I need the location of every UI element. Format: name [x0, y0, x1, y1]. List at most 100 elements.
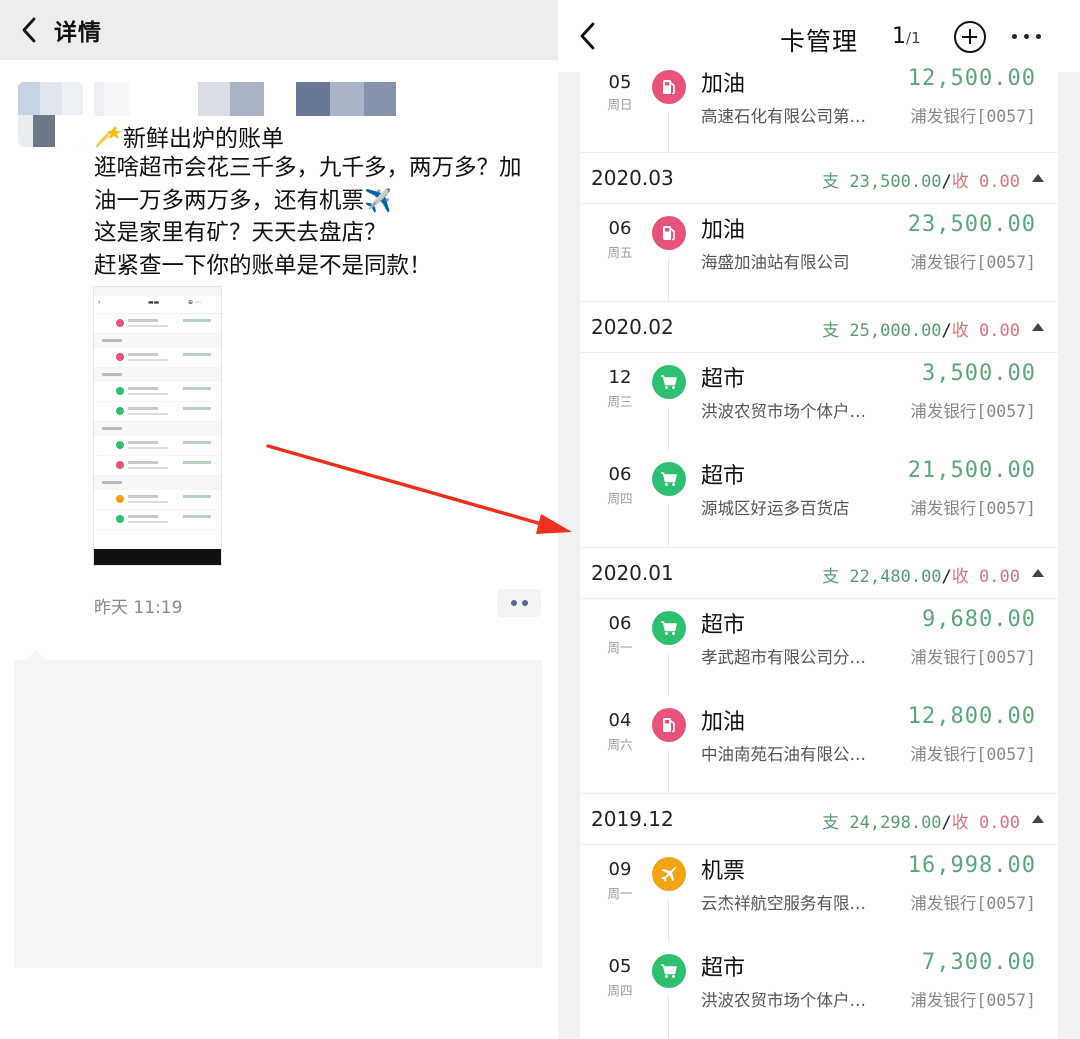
income-label: 收: [951, 172, 969, 192]
collapse-caret-icon[interactable]: [1032, 323, 1044, 331]
shooting-star-icon: [95, 126, 121, 148]
txn-bank: 浦发银行[0057]: [910, 991, 1036, 1010]
post-actions-button[interactable]: [497, 589, 541, 617]
txn-amount: 12,500.00: [907, 66, 1036, 91]
txn-weekday: 周三: [607, 394, 633, 409]
txn-bank: 浦发银行[0057]: [910, 648, 1036, 667]
txn-weekday: 周四: [607, 491, 633, 506]
collapse-caret-icon[interactable]: [1032, 815, 1044, 823]
timeline-line: [668, 750, 669, 793]
more-options-icon[interactable]: [1012, 34, 1041, 39]
summary-separator: /: [941, 567, 952, 587]
chevron-left-icon: [22, 17, 36, 43]
txn-amount: 12,800.00: [907, 704, 1036, 729]
post-image-thumbnail[interactable]: ‹ ▬▬ ⊕ ⋯: [93, 286, 222, 566]
post-line: 逛啥超市会花三千多，九千多，两万多？加: [94, 155, 522, 181]
income-total: 0.00: [979, 321, 1020, 341]
dot-icon: [521, 600, 528, 606]
timeline-line: [668, 653, 669, 696]
txn-day: 05: [608, 72, 632, 93]
transaction-row[interactable]: 04 周六 加油 12,800.00 中油南苑石油有限公… 浦发银行[0057]: [580, 696, 1058, 793]
collapse-caret-icon[interactable]: [1032, 569, 1044, 577]
txn-category: 机票: [701, 859, 746, 884]
transaction-row[interactable]: 05 周日 加油 12,500.00 高速石化有限公司第… 浦发银行[0057]: [580, 66, 1058, 152]
txn-bank: 浦发银行[0057]: [910, 107, 1036, 126]
txn-weekday: 周一: [607, 886, 633, 901]
timeline-line: [668, 112, 669, 152]
income-total: 0.00: [979, 172, 1020, 192]
month-summary: 支 23,500.00/收 0.00: [822, 167, 1020, 192]
income-label: 收: [951, 567, 969, 587]
add-card-icon[interactable]: [954, 21, 986, 53]
txn-amount: 16,998.00: [907, 853, 1036, 878]
txn-day: 09: [608, 859, 632, 880]
pay-total: 22,480.00: [849, 567, 942, 587]
card-management-screenshot: 卡管理 1/1 05 周日 加油 12,500.00 高速石化有限公司第… 浦发银行[00…: [558, 0, 1080, 1039]
txn-merchant: 中油南苑石油有限公…: [701, 745, 866, 764]
post-timestamp: 昨天 11:19: [94, 598, 183, 618]
txn-bank: 浦发银行[0057]: [910, 253, 1036, 272]
page-total: /1: [906, 29, 921, 47]
month-section-header[interactable]: 2020.02 支 25,000.00/收 0.00: [580, 301, 1058, 353]
gas-pump-icon: [652, 70, 686, 104]
timeline-line: [668, 407, 669, 450]
transaction-row[interactable]: 12 周三 超市 3,500.00 洪波农贸市场个体户… 浦发银行[0057]: [580, 353, 1058, 450]
txn-merchant: 洪波农贸市场个体户…: [701, 402, 866, 421]
income-label: 收: [951, 813, 969, 833]
timeline-line: [668, 258, 669, 301]
comment-pointer: [26, 650, 46, 660]
txn-weekday: 周五: [607, 245, 633, 260]
gas-pump-icon: [652, 708, 686, 742]
dot-icon: [510, 600, 517, 606]
shopping-cart-icon: [652, 365, 686, 399]
txn-amount: 23,500.00: [907, 212, 1036, 237]
username-blurred[interactable]: [94, 82, 396, 116]
txn-day: 06: [608, 464, 632, 485]
summary-separator: /: [941, 813, 952, 833]
shopping-cart-icon: [652, 611, 686, 645]
moments-detail-panel: 详情 新鲜出炉的账单 逛啥超市会花三千多，九千多，两万多？加 油一万多两万多，还…: [0, 0, 558, 1039]
txn-weekday: 周日: [607, 97, 633, 112]
timeline-line: [668, 504, 669, 547]
month-section-header[interactable]: 2020.01 支 22,480.00/收 0.00: [580, 547, 1058, 599]
transaction-row[interactable]: 09 周一 机票 16,998.00 云杰祥航空服务有限… 浦发银行[0057]: [580, 845, 1058, 942]
post-line: 油一万多两万多，还有机票✈️: [94, 187, 393, 214]
back-arrow-icon[interactable]: [576, 20, 600, 52]
transaction-row[interactable]: 06 周五 加油 23,500.00 海盛加油站有限公司 浦发银行[0057]: [580, 204, 1058, 301]
shopping-cart-icon: [652, 462, 686, 496]
txn-bank: 浦发银行[0057]: [910, 745, 1036, 764]
summary-separator: /: [941, 321, 952, 341]
pay-total: 24,298.00: [849, 813, 942, 833]
txn-day: 12: [608, 367, 632, 388]
txn-day: 06: [608, 613, 632, 634]
post-body: 逛啥超市会花三千多，九千多，两万多？加 油一万多两万多，还有机票✈️ 这是家里有…: [94, 152, 544, 282]
txn-amount: 9,680.00: [922, 607, 1036, 632]
txn-weekday: 周六: [607, 737, 633, 752]
avatar[interactable]: [18, 82, 83, 147]
txn-weekday: 周一: [607, 640, 633, 655]
back-button[interactable]: [14, 12, 44, 48]
month-section-header[interactable]: 2020.03 支 23,500.00/收 0.00: [580, 152, 1058, 204]
transaction-row[interactable]: 05 周四 超市 7,300.00 洪波农贸市场个体户… 浦发银行[0057]: [580, 942, 1058, 1039]
screenshot-root: 详情 新鲜出炉的账单 逛啥超市会花三千多，九千多，两万多？加 油一万多两万多，还…: [0, 0, 1080, 1039]
comment-area: [14, 660, 542, 968]
month-label: 2020.01: [591, 561, 674, 585]
month-section-header[interactable]: 2019.12 支 24,298.00/收 0.00: [580, 793, 1058, 845]
post-title-text: 新鲜出炉的账单: [123, 126, 284, 152]
income-label: 收: [951, 321, 969, 341]
transaction-row[interactable]: 06 周四 超市 21,500.00 源城区好运多百货店 浦发银行[0057]: [580, 450, 1058, 547]
month-summary: 支 22,480.00/收 0.00: [822, 562, 1020, 587]
month-summary: 支 25,000.00/收 0.00: [822, 316, 1020, 341]
txn-merchant: 洪波农贸市场个体户…: [701, 991, 866, 1010]
month-label: 2019.12: [591, 807, 674, 831]
txn-merchant: 源城区好运多百货店: [701, 499, 850, 518]
pay-label: 支: [822, 321, 840, 341]
summary-separator: /: [941, 172, 952, 192]
gas-pump-icon: [652, 216, 686, 250]
txn-day: 04: [608, 710, 632, 731]
month-summary: 支 24,298.00/收 0.00: [822, 808, 1020, 833]
month-label: 2020.03: [591, 166, 674, 190]
transaction-row[interactable]: 06 周一 超市 9,680.00 孝武超市有限公司分… 浦发银行[0057]: [580, 599, 1058, 696]
collapse-caret-icon[interactable]: [1032, 174, 1044, 182]
txn-amount: 21,500.00: [907, 458, 1036, 483]
